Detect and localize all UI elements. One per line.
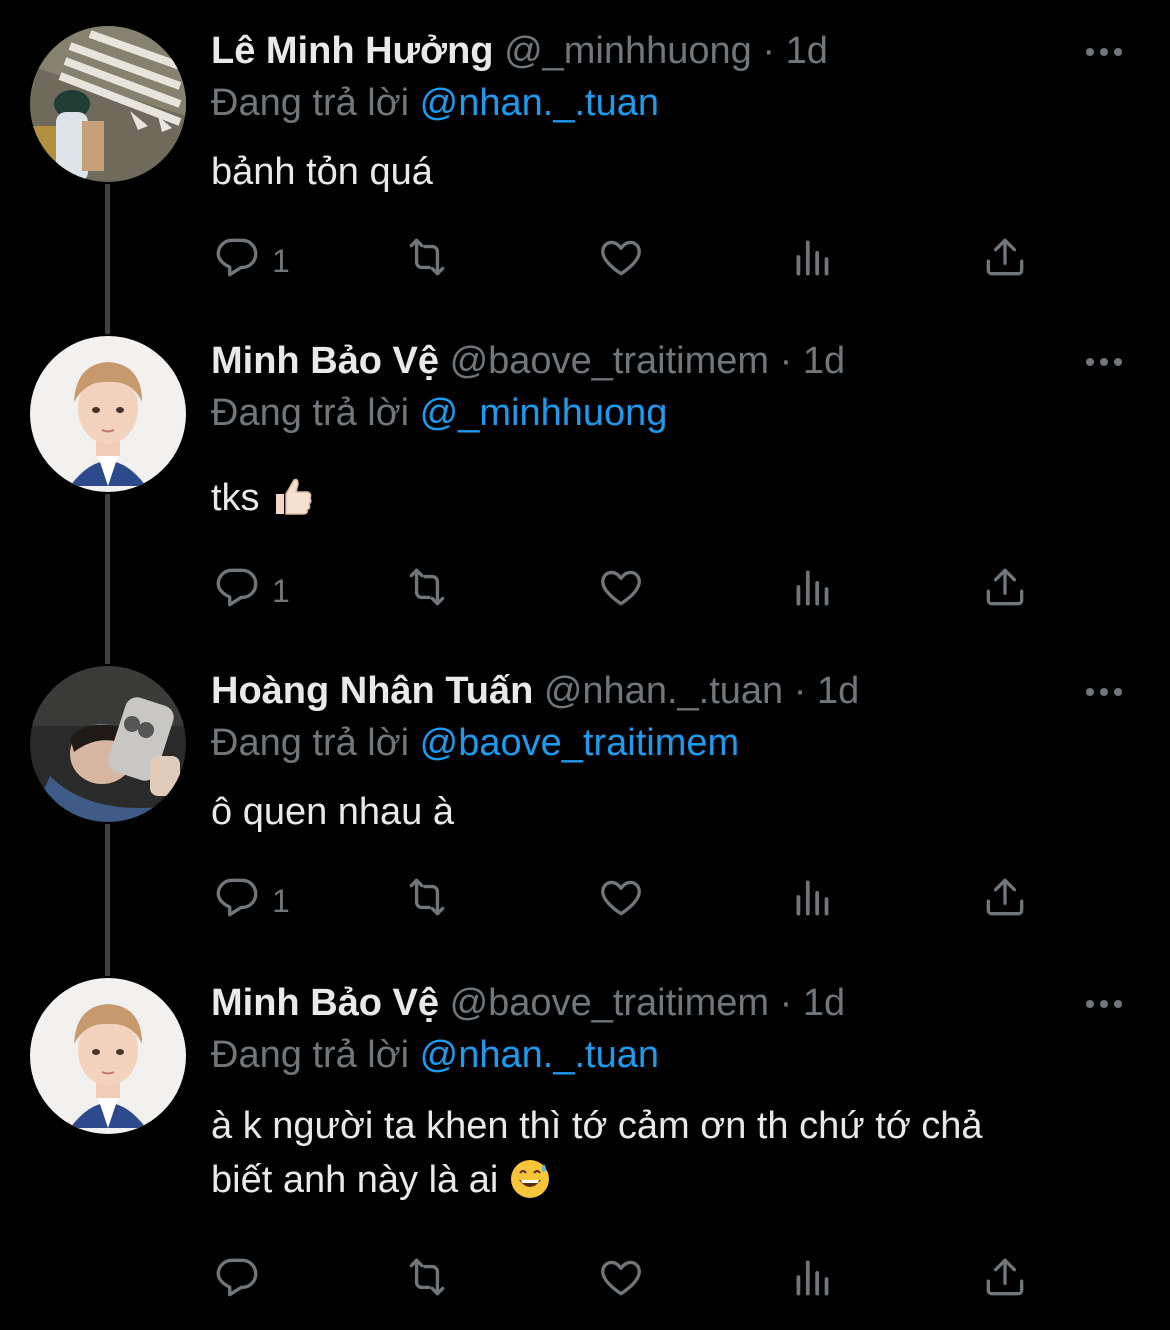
mention-link[interactable]: @baove_traitimem	[420, 722, 739, 764]
handle[interactable]: @_minhhuong	[504, 30, 752, 72]
tweet-text: tks	[211, 477, 260, 519]
reply-count: 1	[272, 572, 290, 609]
retweet-button[interactable]	[402, 876, 452, 926]
tweet[interactable]: Minh Bảo Vệ @baove_traitimem · 1d Đang t…	[0, 976, 1170, 1330]
tweet-actions	[212, 1256, 1042, 1306]
tweet[interactable]: Hoàng Nhân Tuấn @nhan._.tuan · 1d Đang t…	[0, 664, 1170, 954]
reply-icon	[212, 562, 262, 620]
more-icon[interactable]	[1086, 994, 1128, 1014]
share-button[interactable]	[980, 236, 1030, 286]
share-icon	[980, 872, 1030, 930]
mention-link[interactable]: @nhan._.tuan	[420, 82, 659, 124]
views-button[interactable]	[788, 876, 838, 926]
tweet-text-line: biết anh này là ai	[211, 1159, 499, 1201]
handle[interactable]: @nhan._.tuan	[544, 670, 783, 712]
reply-icon	[212, 872, 262, 930]
timestamp[interactable]: · 1d	[794, 670, 859, 712]
tweet-actions: 1	[212, 876, 1042, 926]
like-button[interactable]	[596, 236, 646, 286]
share-icon	[980, 232, 1030, 290]
share-button[interactable]	[980, 876, 1030, 926]
replying-to: Đang trả lời @nhan._.tuan	[211, 1030, 659, 1080]
like-icon	[596, 872, 646, 930]
thumbs-up-emoji-icon	[270, 474, 314, 534]
replying-prefix: Đang trả lời	[211, 722, 410, 764]
like-icon	[596, 562, 646, 620]
views-button[interactable]	[788, 566, 838, 616]
views-icon	[788, 232, 838, 290]
mention-link[interactable]: @nhan._.tuan	[420, 1034, 659, 1076]
retweet-button[interactable]	[402, 236, 452, 286]
more-icon[interactable]	[1086, 42, 1128, 62]
like-icon	[596, 1252, 646, 1310]
tweet-header: Hoàng Nhân Tuấn @nhan._.tuan · 1d	[211, 666, 859, 716]
reply-button[interactable]: 1	[212, 236, 290, 286]
replying-to: Đang trả lời @nhan._.tuan	[211, 78, 659, 128]
avatar[interactable]	[30, 26, 186, 182]
timestamp[interactable]: · 1d	[780, 982, 845, 1024]
display-name[interactable]: Minh Bảo Vệ	[211, 982, 439, 1024]
retweet-button[interactable]	[402, 566, 452, 616]
tweet[interactable]: Lê Minh Hưởng @_minhhuong · 1d Đang trả …	[0, 24, 1170, 314]
mention-link[interactable]: @_minhhuong	[420, 392, 668, 434]
views-icon	[788, 872, 838, 930]
replying-to: Đang trả lời @baove_traitimem	[211, 718, 739, 768]
replying-to: Đang trả lời @_minhhuong	[211, 388, 667, 438]
avatar[interactable]	[30, 978, 186, 1134]
more-icon[interactable]	[1086, 682, 1128, 702]
retweet-icon	[402, 562, 452, 620]
tweet-text-container: à k người ta khen thì tớ cảm ơn th chứ t…	[211, 1098, 1131, 1216]
reply-icon	[212, 1252, 262, 1310]
share-icon	[980, 1252, 1030, 1310]
display-name[interactable]: Minh Bảo Vệ	[211, 340, 439, 382]
retweet-button[interactable]	[402, 1256, 452, 1306]
display-name[interactable]: Hoàng Nhân Tuấn	[211, 670, 533, 712]
grinning-sweat-emoji-icon	[509, 1158, 551, 1216]
share-button[interactable]	[980, 1256, 1030, 1306]
replying-prefix: Đang trả lời	[211, 1034, 410, 1076]
retweet-icon	[402, 872, 452, 930]
tweet-header: Minh Bảo Vệ @baove_traitimem · 1d	[211, 336, 845, 386]
timestamp[interactable]: · 1d	[780, 340, 845, 382]
views-icon	[788, 562, 838, 620]
tweet-text: ô quen nhau à	[211, 791, 455, 833]
tweet-header: Lê Minh Hưởng @_minhhuong · 1d	[211, 26, 828, 76]
reply-button[interactable]: 1	[212, 566, 290, 616]
tweet-text-line: à k người ta khen thì tớ cảm ơn th chứ t…	[211, 1105, 983, 1147]
handle[interactable]: @baove_traitimem	[450, 982, 769, 1024]
display-name[interactable]: Lê Minh Hưởng	[211, 30, 494, 72]
replying-prefix: Đang trả lời	[211, 82, 410, 124]
like-button[interactable]	[596, 566, 646, 616]
retweet-icon	[402, 1252, 452, 1310]
replying-prefix: Đang trả lời	[211, 392, 410, 434]
tweet-text-container: tks	[211, 470, 1131, 534]
like-button[interactable]	[596, 1256, 646, 1306]
reply-count: 1	[272, 882, 290, 919]
retweet-icon	[402, 232, 452, 290]
timestamp[interactable]: · 1d	[762, 30, 827, 72]
handle[interactable]: @baove_traitimem	[450, 340, 769, 382]
tweet-text: bảnh tỏn quá	[211, 151, 433, 193]
views-icon	[788, 1252, 838, 1310]
views-button[interactable]	[788, 1256, 838, 1306]
reply-count: 1	[272, 242, 290, 279]
like-button[interactable]	[596, 876, 646, 926]
reply-button[interactable]	[212, 1256, 272, 1306]
avatar[interactable]	[30, 666, 186, 822]
reply-icon	[212, 232, 262, 290]
share-button[interactable]	[980, 566, 1030, 616]
tweet-text-line-2: biết anh này là ai	[211, 1152, 1131, 1216]
tweet-header: Minh Bảo Vệ @baove_traitimem · 1d	[211, 978, 845, 1028]
like-icon	[596, 232, 646, 290]
share-icon	[980, 562, 1030, 620]
tweet[interactable]: Minh Bảo Vệ @baove_traitimem · 1d Đang t…	[0, 334, 1170, 644]
reply-button[interactable]: 1	[212, 876, 290, 926]
avatar[interactable]	[30, 336, 186, 492]
tweet-actions: 1	[212, 566, 1042, 616]
more-icon[interactable]	[1086, 352, 1128, 372]
views-button[interactable]	[788, 236, 838, 286]
tweet-actions: 1	[212, 236, 1042, 286]
